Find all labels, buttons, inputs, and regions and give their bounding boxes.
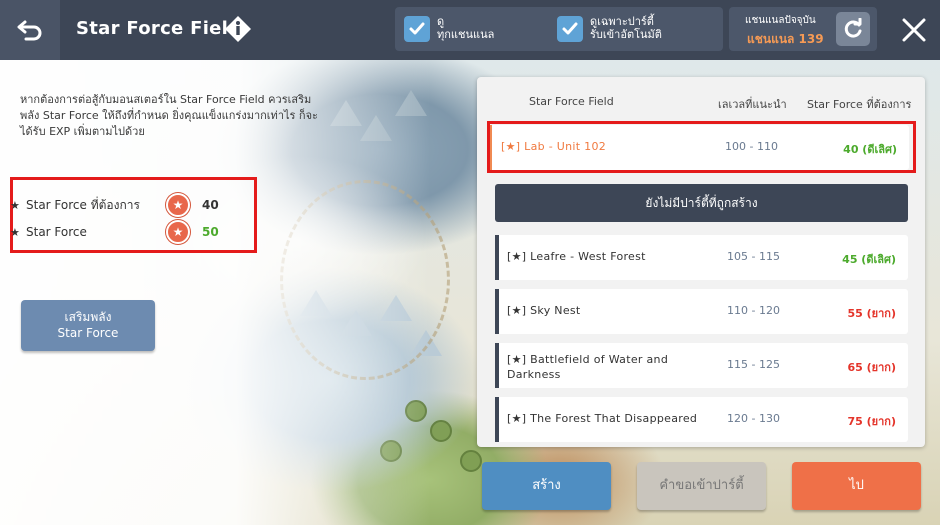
column-header-level: เลเวลที่แนะนำ bbox=[718, 98, 787, 111]
info-icon[interactable] bbox=[223, 14, 253, 44]
required-star-force-value: 40 bbox=[202, 198, 219, 212]
current-star-force-label: Star Force bbox=[26, 225, 87, 239]
column-header-field: Star Force Field bbox=[529, 95, 614, 108]
enhance-star-force-button[interactable]: เสริมพลัง Star Force bbox=[21, 300, 155, 351]
field-description: หากต้องการต่อสู้กับมอนสเตอร์ใน Star Forc… bbox=[20, 93, 318, 138]
row-accent-bar bbox=[495, 289, 499, 334]
field-required: 75 (ยาก) bbox=[847, 415, 896, 428]
checkmark-icon bbox=[562, 22, 578, 35]
star-icon: ★ bbox=[10, 225, 20, 239]
current-star-force-row: ★ Star Force ★ 50 bbox=[10, 220, 230, 244]
close-icon bbox=[902, 18, 926, 42]
view-all-channels-label: ดู ทุกแชนแนล bbox=[437, 15, 495, 41]
field-required: 65 (ยาก) bbox=[847, 361, 896, 374]
field-required: 45 (ดีเลิศ) bbox=[842, 253, 896, 266]
field-name: [★] The Forest That Disappeared bbox=[507, 412, 698, 425]
field-level: 105 - 115 bbox=[727, 250, 780, 263]
field-row[interactable]: [★] Sky Nest 110 - 120 55 (ยาก) bbox=[495, 289, 908, 334]
row-accent-bar bbox=[495, 397, 499, 442]
close-button[interactable] bbox=[892, 8, 936, 52]
back-arrow-icon bbox=[17, 20, 42, 41]
auto-accept-party-label: ดูเฉพาะปาร์ตี้ รับเข้าอัตโนมัติ bbox=[590, 15, 662, 41]
current-channel-box: แชนแนลปัจจุบัน แชนแนล 139 bbox=[729, 7, 877, 51]
refresh-icon bbox=[844, 18, 862, 38]
auto-accept-party-checkbox[interactable] bbox=[557, 16, 583, 42]
create-party-button[interactable]: สร้าง bbox=[482, 462, 611, 510]
page-title: Star Force Field bbox=[76, 18, 242, 39]
view-all-channels-checkbox[interactable] bbox=[404, 16, 430, 42]
party-request-button[interactable]: คำขอเข้าปาร์ตี้ bbox=[637, 462, 766, 510]
selected-row-highlight-box bbox=[487, 121, 916, 173]
star-force-icon: ★ bbox=[166, 220, 190, 244]
go-button[interactable]: ไป bbox=[792, 462, 921, 510]
field-name: [★] Battlefield of Water and Darkness bbox=[507, 353, 669, 381]
field-level: 120 - 130 bbox=[727, 412, 780, 425]
channel-caption: แชนแนลปัจจุบัน bbox=[745, 15, 816, 26]
field-name: [★] Leafre - West Forest bbox=[507, 250, 646, 263]
row-accent-bar bbox=[495, 235, 499, 280]
channel-refresh-button[interactable] bbox=[836, 12, 870, 46]
field-row[interactable]: [★] Battlefield of Water and Darkness 11… bbox=[495, 343, 908, 388]
no-party-banner: ยังไม่มีปาร์ตี้ที่ถูกสร้าง bbox=[495, 184, 908, 222]
back-button[interactable] bbox=[0, 0, 60, 60]
filter-checkbox-group: ดู ทุกแชนแนล ดูเฉพาะปาร์ตี้ รับเข้าอัตโน… bbox=[395, 7, 723, 51]
channel-value: แชนแนล 139 bbox=[747, 32, 824, 46]
column-header-required: Star Force ที่ต้องการ bbox=[807, 98, 912, 111]
star-icon: ★ bbox=[10, 198, 20, 212]
star-force-icon: ★ bbox=[166, 193, 190, 217]
field-row[interactable]: [★] Leafre - West Forest 105 - 115 45 (ด… bbox=[495, 235, 908, 280]
field-level: 115 - 125 bbox=[727, 358, 780, 371]
top-bar: Star Force Field ดู ทุกแชนแนล ดูเฉพาะปาร… bbox=[0, 0, 940, 60]
required-star-force-row: ★ Star Force ที่ต้องการ ★ 40 bbox=[10, 193, 230, 217]
field-level: 110 - 120 bbox=[727, 304, 780, 317]
field-required: 55 (ยาก) bbox=[847, 307, 896, 320]
field-name: [★] Sky Nest bbox=[507, 304, 581, 317]
checkmark-icon bbox=[409, 22, 425, 35]
required-star-force-label: Star Force ที่ต้องการ bbox=[26, 197, 140, 212]
row-accent-bar bbox=[495, 343, 499, 388]
current-star-force-value: 50 bbox=[202, 225, 219, 239]
field-row[interactable]: [★] The Forest That Disappeared 120 - 13… bbox=[495, 397, 908, 442]
